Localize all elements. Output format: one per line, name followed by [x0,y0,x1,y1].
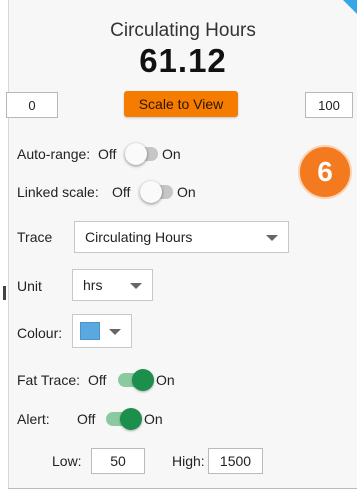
trace-value: 61.12 [139,42,227,79]
range-min-input[interactable] [6,92,58,118]
fat-trace-toggle[interactable] [118,369,154,391]
auto-range-on-label: On [162,146,181,162]
alert-low-input[interactable] [91,448,145,474]
trace-select-value: Circulating Hours [85,229,193,245]
unit-label: Unit [17,278,42,294]
colour-picker[interactable] [72,314,132,348]
trace-label: Trace [17,229,53,245]
dropdown-arrow-icon [109,329,121,335]
trace-select[interactable]: Circulating Hours [74,221,289,253]
toggle-knob [140,181,162,203]
alert-label: Alert: [17,411,50,427]
alert-on-label: On [144,411,163,427]
alert-high-input[interactable] [208,448,263,474]
linked-scale-toggle[interactable] [140,181,173,203]
dropdown-arrow-icon [130,283,142,289]
toggle-knob [132,369,154,391]
colour-swatch [80,322,100,340]
high-label: High: [172,453,205,469]
colour-label: Colour: [17,325,63,341]
alert-toggle[interactable] [106,408,142,430]
unit-select[interactable]: hrs [72,269,153,301]
scale-to-view-button[interactable]: Scale to View [124,91,238,117]
fat-trace-on-label: On [156,372,175,388]
fat-trace-off-label: Off [88,372,107,388]
linked-scale-on-label: On [177,184,196,200]
auto-range-label: Auto-range: [17,146,91,162]
linked-scale-off-label: Off [112,184,131,200]
auto-range-off-label: Off [98,146,117,162]
step-number-badge: 6 [298,145,352,199]
unit-select-value: hrs [83,277,103,293]
auto-range-toggle[interactable] [125,143,158,165]
trace-title: Circulating Hours [110,20,256,41]
linked-scale-label: Linked scale: [17,184,99,200]
edge-marker [3,286,6,300]
low-label: Low: [52,453,82,469]
toggle-knob [120,408,142,430]
range-max-input[interactable] [305,92,353,118]
alert-off-label: Off [77,411,96,427]
toggle-knob [125,143,147,165]
dropdown-arrow-icon [266,235,278,241]
corner-marker [343,0,357,14]
fat-trace-label: Fat Trace: [17,372,81,388]
